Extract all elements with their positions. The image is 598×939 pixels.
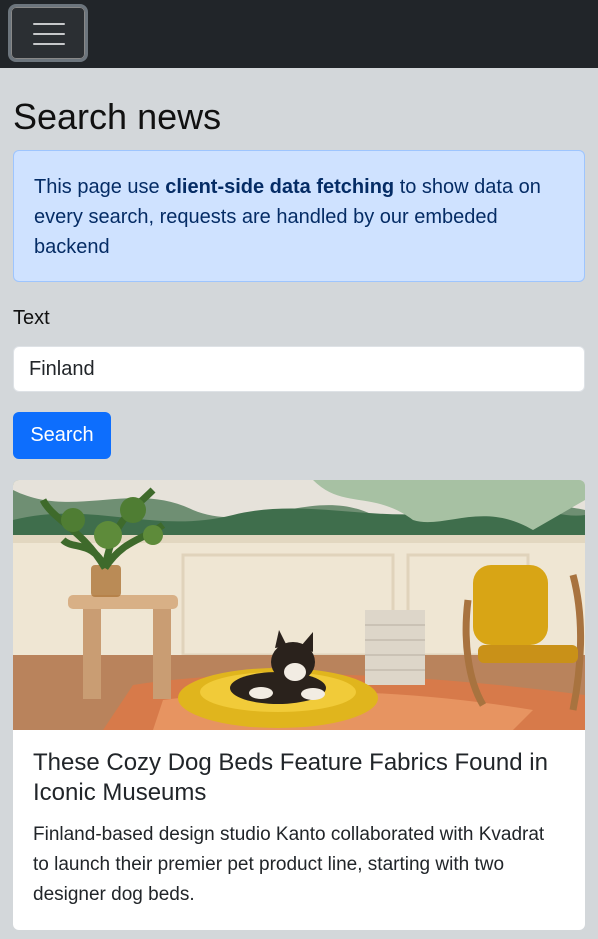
news-card[interactable]: These Cozy Dog Beds Feature Fabrics Foun… [13,480,585,930]
page-title: Search news [13,96,222,137]
news-card-text: Finland-based design studio Kanto collab… [33,824,545,905]
text-field-label: Text [13,307,50,329]
news-card-image [13,480,585,730]
dog-bed-photo [13,480,585,730]
search-button[interactable]: Search [13,412,111,459]
menu-toggle-button[interactable] [8,4,88,62]
search-input[interactable]: Finland [13,346,585,392]
news-card-title[interactable]: These Cozy Dog Beds Feature Fabrics Foun… [33,748,565,808]
news-card-body: These Cozy Dog Beds Feature Fabrics Foun… [13,730,585,928]
info-alert: This page use client-side data fetching … [13,150,585,282]
navbar [0,0,598,68]
alert-bold-text: client-side data fetching [165,176,395,198]
main-content: Search news This page use client-side da… [0,97,598,930]
hamburger-menu-icon [33,23,65,25]
